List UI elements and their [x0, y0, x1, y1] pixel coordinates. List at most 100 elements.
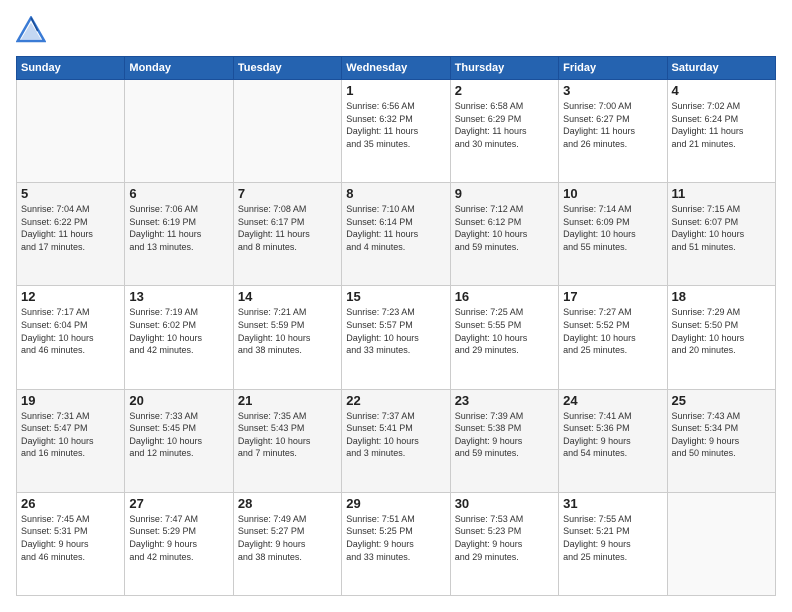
page: SundayMondayTuesdayWednesdayThursdayFrid…	[0, 0, 792, 612]
day-info: Sunrise: 7:25 AM Sunset: 5:55 PM Dayligh…	[455, 306, 554, 356]
day-info: Sunrise: 7:39 AM Sunset: 5:38 PM Dayligh…	[455, 410, 554, 460]
calendar-cell: 30 Sunrise: 7:53 AM Sunset: 5:23 PM Dayli…	[450, 492, 558, 595]
day-number: 9	[455, 186, 554, 201]
day-number: 23	[455, 393, 554, 408]
day-info: Sunrise: 7:12 AM Sunset: 6:12 PM Dayligh…	[455, 203, 554, 253]
day-info: Sunrise: 7:55 AM Sunset: 5:21 PM Dayligh…	[563, 513, 662, 563]
calendar-cell: 26 Sunrise: 7:45 AM Sunset: 5:31 PM Dayli…	[17, 492, 125, 595]
calendar-cell: 29 Sunrise: 7:51 AM Sunset: 5:25 PM Dayli…	[342, 492, 450, 595]
day-info: Sunrise: 6:56 AM Sunset: 6:32 PM Dayligh…	[346, 100, 445, 150]
day-number: 13	[129, 289, 228, 304]
day-number: 2	[455, 83, 554, 98]
calendar-cell: 8 Sunrise: 7:10 AM Sunset: 6:14 PM Daylig…	[342, 183, 450, 286]
calendar-cell: 9 Sunrise: 7:12 AM Sunset: 6:12 PM Daylig…	[450, 183, 558, 286]
day-number: 18	[672, 289, 771, 304]
weekday-header: Sunday	[17, 57, 125, 80]
day-number: 26	[21, 496, 120, 511]
day-info: Sunrise: 7:31 AM Sunset: 5:47 PM Dayligh…	[21, 410, 120, 460]
day-number: 29	[346, 496, 445, 511]
day-info: Sunrise: 6:58 AM Sunset: 6:29 PM Dayligh…	[455, 100, 554, 150]
weekday-header: Saturday	[667, 57, 775, 80]
calendar-cell: 31 Sunrise: 7:55 AM Sunset: 5:21 PM Dayli…	[559, 492, 667, 595]
calendar-cell: 25 Sunrise: 7:43 AM Sunset: 5:34 PM Dayli…	[667, 389, 775, 492]
day-info: Sunrise: 7:53 AM Sunset: 5:23 PM Dayligh…	[455, 513, 554, 563]
day-number: 22	[346, 393, 445, 408]
logo-icon	[16, 16, 46, 46]
day-info: Sunrise: 7:29 AM Sunset: 5:50 PM Dayligh…	[672, 306, 771, 356]
calendar-cell: 19Sunrise: 7:31 AM Sunset: 5:47 PM Dayli…	[17, 389, 125, 492]
calendar-cell: 6 Sunrise: 7:06 AM Sunset: 6:19 PM Daylig…	[125, 183, 233, 286]
day-info: Sunrise: 7:27 AM Sunset: 5:52 PM Dayligh…	[563, 306, 662, 356]
calendar-cell: 3 Sunrise: 7:00 AM Sunset: 6:27 PM Daylig…	[559, 80, 667, 183]
day-number: 8	[346, 186, 445, 201]
day-info: Sunrise: 7:02 AM Sunset: 6:24 PM Dayligh…	[672, 100, 771, 150]
day-info: Sunrise: 7:45 AM Sunset: 5:31 PM Dayligh…	[21, 513, 120, 563]
day-number: 25	[672, 393, 771, 408]
calendar-cell: 4Sunrise: 7:02 AM Sunset: 6:24 PM Daylig…	[667, 80, 775, 183]
calendar-cell: 23 Sunrise: 7:39 AM Sunset: 5:38 PM Dayli…	[450, 389, 558, 492]
day-info: Sunrise: 7:06 AM Sunset: 6:19 PM Dayligh…	[129, 203, 228, 253]
day-info: Sunrise: 7:51 AM Sunset: 5:25 PM Dayligh…	[346, 513, 445, 563]
day-number: 5	[21, 186, 120, 201]
logo	[16, 16, 50, 46]
weekday-header: Wednesday	[342, 57, 450, 80]
day-number: 24	[563, 393, 662, 408]
day-info: Sunrise: 7:15 AM Sunset: 6:07 PM Dayligh…	[672, 203, 771, 253]
day-number: 21	[238, 393, 337, 408]
calendar-cell: 27Sunrise: 7:47 AM Sunset: 5:29 PM Dayli…	[125, 492, 233, 595]
calendar-cell: 28 Sunrise: 7:49 AM Sunset: 5:27 PM Dayli…	[233, 492, 341, 595]
day-number: 11	[672, 186, 771, 201]
day-number: 20	[129, 393, 228, 408]
day-info: Sunrise: 7:14 AM Sunset: 6:09 PM Dayligh…	[563, 203, 662, 253]
calendar-cell	[17, 80, 125, 183]
day-info: Sunrise: 7:43 AM Sunset: 5:34 PM Dayligh…	[672, 410, 771, 460]
day-number: 31	[563, 496, 662, 511]
day-info: Sunrise: 7:35 AM Sunset: 5:43 PM Dayligh…	[238, 410, 337, 460]
day-number: 28	[238, 496, 337, 511]
calendar-cell: 14 Sunrise: 7:21 AM Sunset: 5:59 PM Dayli…	[233, 286, 341, 389]
day-info: Sunrise: 7:33 AM Sunset: 5:45 PM Dayligh…	[129, 410, 228, 460]
calendar-cell: 17 Sunrise: 7:27 AM Sunset: 5:52 PM Dayli…	[559, 286, 667, 389]
calendar-cell: 1 Sunrise: 6:56 AM Sunset: 6:32 PM Daylig…	[342, 80, 450, 183]
weekday-header: Tuesday	[233, 57, 341, 80]
day-number: 30	[455, 496, 554, 511]
day-info: Sunrise: 7:49 AM Sunset: 5:27 PM Dayligh…	[238, 513, 337, 563]
weekday-header: Thursday	[450, 57, 558, 80]
calendar-cell: 18 Sunrise: 7:29 AM Sunset: 5:50 PM Dayli…	[667, 286, 775, 389]
calendar-cell	[125, 80, 233, 183]
day-number: 15	[346, 289, 445, 304]
weekday-header: Friday	[559, 57, 667, 80]
day-info: Sunrise: 7:10 AM Sunset: 6:14 PM Dayligh…	[346, 203, 445, 253]
day-number: 6	[129, 186, 228, 201]
day-number: 3	[563, 83, 662, 98]
calendar-cell: 16 Sunrise: 7:25 AM Sunset: 5:55 PM Dayli…	[450, 286, 558, 389]
calendar-cell: 13Sunrise: 7:19 AM Sunset: 6:02 PM Dayli…	[125, 286, 233, 389]
day-number: 10	[563, 186, 662, 201]
header	[16, 16, 776, 46]
day-info: Sunrise: 7:17 AM Sunset: 6:04 PM Dayligh…	[21, 306, 120, 356]
calendar-cell: 12 Sunrise: 7:17 AM Sunset: 6:04 PM Dayli…	[17, 286, 125, 389]
calendar-cell: 11 Sunrise: 7:15 AM Sunset: 6:07 PM Dayli…	[667, 183, 775, 286]
day-info: Sunrise: 7:47 AM Sunset: 5:29 PM Dayligh…	[129, 513, 228, 563]
weekday-header: Monday	[125, 57, 233, 80]
calendar-cell	[667, 492, 775, 595]
day-info: Sunrise: 7:21 AM Sunset: 5:59 PM Dayligh…	[238, 306, 337, 356]
day-number: 16	[455, 289, 554, 304]
day-number: 1	[346, 83, 445, 98]
calendar-cell: 15 Sunrise: 7:23 AM Sunset: 5:57 PM Dayli…	[342, 286, 450, 389]
calendar-table: SundayMondayTuesdayWednesdayThursdayFrid…	[16, 56, 776, 596]
day-number: 17	[563, 289, 662, 304]
day-number: 7	[238, 186, 337, 201]
day-number: 12	[21, 289, 120, 304]
day-info: Sunrise: 7:23 AM Sunset: 5:57 PM Dayligh…	[346, 306, 445, 356]
calendar-cell	[233, 80, 341, 183]
day-info: Sunrise: 7:37 AM Sunset: 5:41 PM Dayligh…	[346, 410, 445, 460]
calendar-cell: 2 Sunrise: 6:58 AM Sunset: 6:29 PM Daylig…	[450, 80, 558, 183]
calendar-cell: 21 Sunrise: 7:35 AM Sunset: 5:43 PM Dayli…	[233, 389, 341, 492]
calendar-cell: 10 Sunrise: 7:14 AM Sunset: 6:09 PM Dayli…	[559, 183, 667, 286]
day-info: Sunrise: 7:08 AM Sunset: 6:17 PM Dayligh…	[238, 203, 337, 253]
calendar-cell: 22 Sunrise: 7:37 AM Sunset: 5:41 PM Dayli…	[342, 389, 450, 492]
day-number: 14	[238, 289, 337, 304]
day-info: Sunrise: 7:00 AM Sunset: 6:27 PM Dayligh…	[563, 100, 662, 150]
day-info: Sunrise: 7:41 AM Sunset: 5:36 PM Dayligh…	[563, 410, 662, 460]
